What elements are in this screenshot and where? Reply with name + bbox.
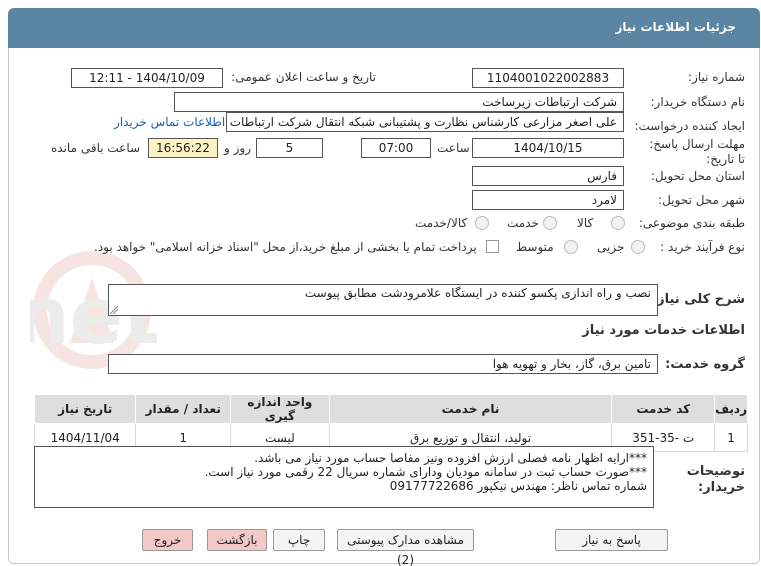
col-service-code: کد خدمت (611, 394, 716, 424)
summary-text: نصب و راه اندازی پکسو کننده در ایستگاه ع… (304, 286, 651, 300)
col-unit: واحد اندازه گیری (230, 394, 330, 424)
process-option-minor: جزیی (597, 240, 625, 254)
city-field: لامرد (472, 190, 624, 210)
summary-field: نصب و راه اندازی پکسو کننده در ایستگاه ع… (108, 284, 658, 316)
process-option-medium: متوسط (516, 240, 554, 254)
announce-field: 1404/10/09 - 12:11 (71, 68, 223, 88)
resize-handle-icon[interactable] (110, 306, 118, 314)
category-label: طبقه بندی موضوعی: (638, 216, 745, 230)
process-radio-minor[interactable] (631, 240, 645, 254)
deadline-time-field: 07:00 (361, 138, 431, 158)
print-button[interactable]: چاپ (273, 529, 325, 551)
summary-label: شرح کلی نیاز: (651, 292, 745, 307)
buyer-org-field: شرکت ارتباطات زیرساخت (174, 92, 624, 112)
notes-line: ***ارایه اظهار نامه فصلی ارزش افزوده ونی… (254, 451, 647, 465)
notes-label: توضیحات خریدار: (686, 464, 745, 495)
reply-button[interactable]: پاسخ به نیاز (555, 529, 668, 551)
notes-line: ***صورت حساب ثبت در سامانه مودیان ودارای… (204, 465, 647, 479)
process-radio-medium[interactable] (564, 240, 578, 254)
deadline-label: مهلت ارسال پاسخ: تا تاریخ: (649, 137, 745, 166)
col-need-date: تاریخ نیاز (33, 394, 137, 424)
need-number-label: شماره نیاز: (688, 70, 745, 84)
page-title: جزئیات اطلاعات نیاز (615, 20, 736, 34)
buyer-contact-link[interactable]: اطلاعات تماس خریدار (114, 115, 225, 129)
process-label: نوع فرآیند خرید : (660, 240, 745, 254)
category-radio-both[interactable] (475, 216, 489, 230)
page-header: جزئیات اطلاعات نیاز (8, 8, 760, 48)
buyer-notes-field: ***ارایه اظهار نامه فصلی ارزش افزوده ونی… (34, 446, 654, 508)
back-button[interactable]: بازگشت (207, 529, 267, 551)
col-row: ردیف (714, 394, 748, 424)
days-label: روز و (224, 141, 251, 155)
payment-checkbox[interactable] (486, 240, 499, 253)
service-group-field: تامین برق، گاز، بخار و تهویه هوا (108, 354, 658, 374)
service-group-label: گروه خدمت: (665, 357, 745, 372)
items-table: ردیف کد خدمت نام خدمت واحد اندازه گیری ت… (33, 394, 748, 452)
payment-text: پرداخت تمام یا بخشی از مبلغ خرید،از محل … (94, 240, 477, 254)
services-section-title: اطلاعات خدمات مورد نیاز (582, 323, 745, 338)
remaining-label: ساعت باقی مانده (51, 141, 141, 155)
city-label: شهر محل تحویل: (658, 193, 745, 207)
category-radio-service[interactable] (543, 216, 557, 230)
creator-label: ایجاد کننده درخواست: (634, 119, 745, 133)
buyer-org-label: نام دستگاه خریدار: (650, 95, 746, 109)
category-option-goods: کالا (577, 216, 594, 230)
notes-line: شماره تماس ناظر: مهندس نیکپور 0917772268… (389, 479, 647, 493)
category-radio-goods[interactable] (611, 216, 625, 230)
cell-row: 1 (714, 423, 748, 452)
col-quantity: تعداد / مقدار (135, 394, 232, 424)
province-label: استان محل تحویل: (650, 169, 745, 183)
days-field: 5 (256, 138, 323, 158)
province-field: فارس (472, 166, 624, 186)
need-number-field: 1104001022002883 (472, 68, 624, 88)
exit-button[interactable]: خروج (142, 529, 193, 551)
remaining-time-field: 16:56:22 (148, 138, 218, 158)
creator-field: علی اصغر مزارعی کارشناس نظارت و پشتیبانی… (226, 112, 624, 132)
announce-label: تاریخ و ساعت اعلان عمومی: (231, 70, 376, 84)
col-service-name: نام خدمت (328, 394, 613, 424)
category-option-service: خدمت (507, 216, 539, 230)
deadline-date-field: 1404/10/15 (472, 138, 624, 158)
attachments-button[interactable]: مشاهده مدارک پیوستی (2) (337, 529, 474, 566)
table-header-row: ردیف کد خدمت نام خدمت واحد اندازه گیری ت… (33, 394, 748, 424)
deadline-time-label: ساعت (437, 141, 470, 155)
category-option-both: کالا/خدمت (415, 216, 468, 230)
